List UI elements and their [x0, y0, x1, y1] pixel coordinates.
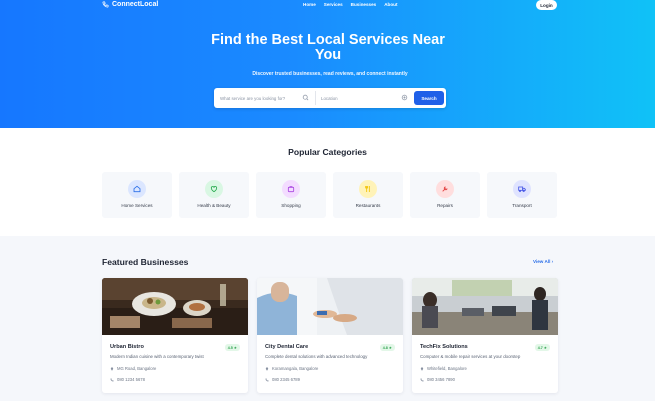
hero-subtitle: Discover trusted businesses, read review…	[252, 71, 408, 77]
business-description: Complete dental solutions with advanced …	[265, 354, 368, 359]
truck-icon	[513, 180, 531, 198]
category-label: Home Services	[121, 203, 153, 208]
address-text: Koramangala, Bangalore	[272, 366, 319, 371]
category-label: Restaurants	[355, 203, 381, 208]
phone-icon	[110, 378, 114, 381]
business-address: MG Road, Bangalore	[110, 366, 156, 371]
category-repairs[interactable]: Repairs	[410, 172, 480, 218]
business-phone[interactable]: 080 2345 6789	[265, 377, 300, 382]
category-shopping[interactable]: Shopping	[256, 172, 326, 218]
view-all-link[interactable]: View All ›	[533, 259, 553, 264]
business-name: Urban Bistro	[110, 344, 144, 350]
business-address: Koramangala, Bangalore	[265, 366, 318, 371]
nav-item-about[interactable]: About	[384, 2, 397, 7]
business-phone[interactable]: 080 1234 5678	[110, 377, 145, 382]
dental-photo	[257, 278, 403, 335]
phone-text: 080 1234 5678	[117, 377, 145, 382]
category-label: Health & Beauty	[197, 203, 231, 208]
business-card-urban-bistro[interactable]: Urban Bistro 4.5 ★ Modern Indian cuisine…	[102, 278, 248, 393]
category-label: Transport	[512, 203, 532, 208]
phone-icon	[265, 378, 269, 381]
phone-icon	[420, 378, 424, 381]
business-description: Modern Indian cuisine with a contemporar…	[110, 354, 204, 359]
phone-text: 080 2345 6789	[272, 377, 300, 382]
category-label: Shopping	[281, 203, 301, 208]
category-label: Repairs	[437, 203, 453, 208]
map-pin-icon	[265, 366, 269, 371]
hero-banner: ConnectLocal Home Services Businesses Ab…	[0, 0, 655, 128]
heart-icon	[205, 180, 223, 198]
category-transport[interactable]: Transport	[487, 172, 557, 218]
nav-item-businesses[interactable]: Businesses	[351, 2, 377, 7]
map-pin-icon	[420, 366, 424, 371]
hero-title: Find the Best Local Services Near You	[211, 32, 445, 63]
search-bar: What service are you looking for? Locati…	[214, 88, 446, 108]
shopping-bag-icon	[282, 180, 300, 198]
search-icon[interactable]	[302, 94, 309, 101]
featured-title: Featured Businesses	[102, 257, 189, 267]
login-button[interactable]: Login	[536, 0, 557, 10]
rating-badge: 4.7 ★	[534, 344, 550, 351]
rating-badge: 4.8 ★	[379, 344, 395, 351]
view-all-label: View All	[533, 259, 551, 264]
search-button[interactable]: Search	[414, 91, 444, 105]
category-home-services[interactable]: Home Services	[102, 172, 172, 218]
category-restaurants[interactable]: Restaurants	[333, 172, 403, 218]
home-icon	[128, 180, 146, 198]
business-address: Whitefield, Bangalore	[420, 366, 467, 371]
location-input[interactable]: Location	[321, 88, 391, 108]
address-text: MG Road, Bangalore	[117, 366, 157, 371]
wrench-icon	[436, 180, 454, 198]
restaurant-icon	[359, 180, 377, 198]
phone-icon	[102, 1, 109, 8]
business-phone[interactable]: 080 3456 7890	[420, 377, 455, 382]
business-description: Computer & mobile repair services at you…	[420, 354, 521, 359]
business-name: TechFix Solutions	[420, 344, 468, 350]
restaurant-photo	[102, 278, 248, 335]
nav-item-home[interactable]: Home	[303, 2, 316, 7]
main-nav: Home Services Businesses About	[303, 2, 397, 7]
location-target-icon[interactable]	[401, 94, 408, 101]
rating-badge: 4.5 ★	[224, 344, 240, 351]
business-card-city-dental-care[interactable]: City Dental Care 4.8 ★ Complete dental s…	[257, 278, 403, 393]
business-name: City Dental Care	[265, 344, 309, 350]
category-health-beauty[interactable]: Health & Beauty	[179, 172, 249, 218]
business-card-techfix-solutions[interactable]: TechFix Solutions 4.7 ★ Computer & mobil…	[412, 278, 558, 393]
map-pin-icon	[110, 366, 114, 371]
office-photo	[412, 278, 558, 335]
brand-logo[interactable]: ConnectLocal	[102, 1, 158, 8]
phone-text: 080 3456 7890	[427, 377, 455, 382]
chevron-right-icon: ›	[551, 259, 554, 264]
address-text: Whitefield, Bangalore	[427, 366, 467, 371]
brand-name: ConnectLocal	[112, 1, 159, 8]
nav-item-services[interactable]: Services	[324, 2, 343, 7]
categories-title: Popular Categories	[288, 147, 367, 157]
search-divider	[315, 91, 316, 105]
categories-section: Popular Categories Home Services Health …	[0, 128, 655, 236]
